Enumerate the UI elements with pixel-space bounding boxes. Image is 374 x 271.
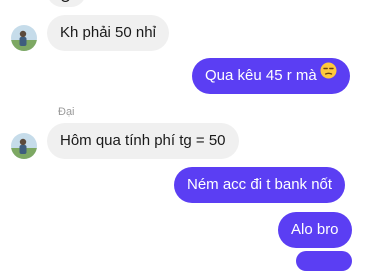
message-text: Ừ [60,0,73,6]
contact-avatar[interactable] [11,25,37,51]
message-text: Ném acc đi t bank nốt [187,176,333,193]
message-bubble-outgoing[interactable]: Alo bro [278,212,352,248]
message-bubble-partial[interactable]: Ừ [47,0,86,7]
message-bubble-outgoing[interactable]: Qua kêu 45 r mà [192,58,350,94]
sender-name: Đại [58,106,75,118]
avatar-photo-icon [11,133,37,159]
message-text: Hôm qua tính phí tg = 50 [60,132,226,149]
message-text: Alo bro [291,221,339,238]
message-bubble-incoming[interactable]: Kh phải 50 nhỉ [47,15,169,51]
contact-avatar[interactable] [11,133,37,159]
unamused-face-icon [320,57,337,93]
message-text: Kh phải 50 nhỉ [60,24,156,41]
message-text: Qua kêu 45 r mà [205,67,317,84]
message-bubble-incoming[interactable]: Hôm qua tính phí tg = 50 [47,123,239,159]
avatar-photo-icon [11,25,37,51]
message-bubble-partial-outgoing[interactable] [296,251,352,271]
message-bubble-outgoing[interactable]: Ném acc đi t bank nốt [174,167,346,203]
